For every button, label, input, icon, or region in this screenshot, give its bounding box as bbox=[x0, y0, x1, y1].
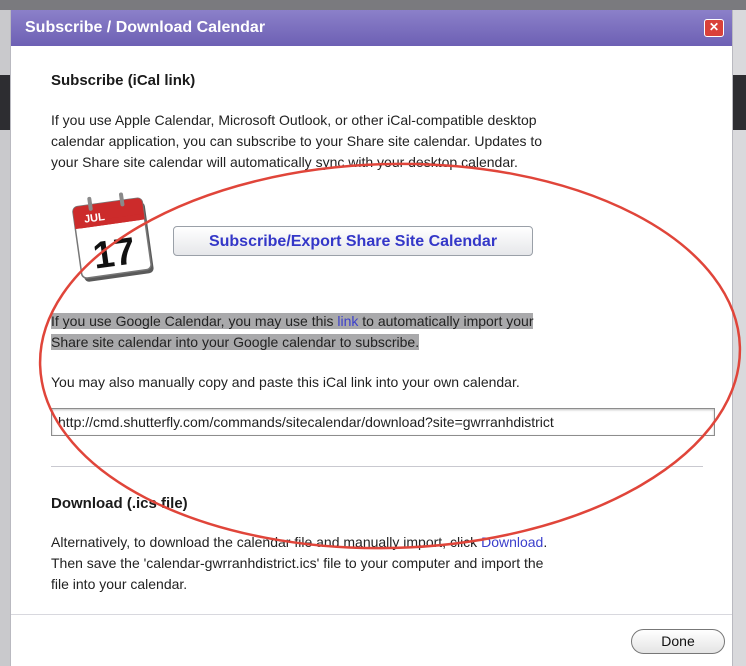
background-header-right bbox=[733, 75, 746, 130]
google-text-part-2: to automatically import your bbox=[358, 313, 534, 329]
google-calendar-text: If you use Google Calendar, you may use … bbox=[51, 311, 701, 353]
footer-divider bbox=[11, 614, 732, 615]
download-heading: Download (.ics file) bbox=[51, 495, 188, 512]
google-text-line-2: Share site calendar into your Google cal… bbox=[51, 334, 420, 350]
dialog-titlebar: Subscribe / Download Calendar ✕ bbox=[11, 10, 732, 46]
close-button[interactable]: ✕ bbox=[704, 19, 724, 37]
intro-line-1: If you use Apple Calendar, Microsoft Out… bbox=[51, 112, 537, 128]
dialog-title: Subscribe / Download Calendar bbox=[25, 19, 266, 36]
manual-copy-text: You may also manually copy and paste thi… bbox=[51, 374, 520, 390]
download-line-2: Then save the 'calendar-gwrranhdistrict.… bbox=[51, 555, 544, 571]
done-button[interactable]: Done bbox=[631, 629, 725, 654]
calendar-icon-day: 17 bbox=[90, 230, 138, 277]
google-import-link[interactable]: link bbox=[337, 313, 358, 329]
subscribe-heading: Subscribe (iCal link) bbox=[51, 72, 196, 89]
close-icon: ✕ bbox=[708, 20, 720, 34]
ical-link-field[interactable] bbox=[51, 408, 715, 436]
subscribe-export-button[interactable]: Subscribe/Export Share Site Calendar bbox=[173, 226, 533, 256]
google-text-part-1: If you use Google Calendar, you may use … bbox=[51, 313, 338, 329]
background-page bbox=[0, 0, 746, 10]
subscribe-download-dialog: Subscribe / Download Calendar ✕ Subscrib… bbox=[10, 10, 733, 666]
intro-line-2: calendar application, you can subscribe … bbox=[51, 133, 543, 149]
download-line-3: file into your calendar. bbox=[51, 576, 188, 592]
calendar-icon: JUL 17 bbox=[72, 192, 154, 282]
download-text: Alternatively, to download the calendar … bbox=[51, 532, 701, 595]
background-header-left bbox=[0, 75, 10, 130]
intro-line-3: your Share site calendar will automatica… bbox=[51, 154, 518, 170]
download-link[interactable]: Download bbox=[481, 534, 543, 550]
download-line-1: Alternatively, to download the calendar … bbox=[51, 534, 482, 550]
section-divider bbox=[51, 466, 703, 467]
subscribe-intro: If you use Apple Calendar, Microsoft Out… bbox=[51, 110, 701, 173]
download-line-1-end: . bbox=[543, 534, 548, 550]
